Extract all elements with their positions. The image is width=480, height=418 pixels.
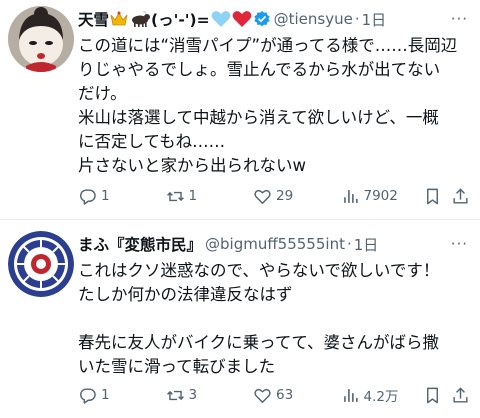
tweet[interactable]: まふ『変態市民』 @bigmuff55555int · 1日 ··· これはクソ… — [0, 221, 480, 418]
light-blue-heart-emoji — [211, 10, 231, 28]
separator-dot: · — [354, 10, 360, 28]
bookmark-icon — [427, 387, 439, 403]
tweet[interactable]: 天雪 (っ'-')= @tiensyue · 1日 ··· この道には“消雪パイ… — [0, 0, 480, 220]
more-options-icon[interactable]: ··· — [451, 6, 468, 32]
tweet-text-line: いた雪に滑って転びました — [78, 357, 276, 376]
verified-badge-icon — [253, 10, 271, 28]
tweet-text-line: 米山は落選して中越から消えて欲しいけど、一概 — [78, 108, 439, 127]
share-button[interactable] — [451, 187, 470, 206]
display-name[interactable]: 天雪 — [78, 8, 109, 30]
views-button[interactable]: 4.2万 — [341, 385, 424, 405]
retweet-count: 1 — [188, 188, 198, 204]
views-chart-icon — [343, 189, 358, 203]
tweet-text-line: に否定してもね…… — [78, 132, 226, 151]
views-chart-icon — [343, 388, 358, 402]
retweet-button[interactable]: 3 — [166, 386, 254, 405]
reply-count: 1 — [101, 188, 110, 204]
display-name-suffix: (っ'-')= — [151, 11, 210, 29]
share-button[interactable] — [451, 386, 470, 405]
user-handle[interactable]: @tiensyue — [274, 10, 353, 28]
view-count: 7902 — [363, 188, 398, 204]
bookmark-icon — [427, 188, 439, 204]
avatar[interactable] — [8, 6, 74, 72]
tweet-text-line: りじゃやるでしょ。雪止んでるから水が出てない — [78, 60, 441, 79]
heart-icon — [254, 388, 271, 403]
reply-button[interactable]: 1 — [78, 187, 166, 206]
tweet-header: 天雪 (っ'-')= @tiensyue · 1日 ··· — [78, 6, 468, 32]
user-handle[interactable]: @bigmuff55555int — [205, 235, 345, 253]
separator-dot: · — [346, 235, 352, 253]
tweet-text: この道には“消雪パイプ”が通ってる様で……長岡辺 りじゃやるでしょ。雪止んでるか… — [78, 34, 470, 178]
tweet-header: まふ『変態市民』 @bigmuff55555int · 1日 ··· — [78, 231, 468, 257]
more-options-icon[interactable]: ··· — [451, 231, 468, 257]
like-count: 29 — [276, 188, 294, 204]
ox-emoji — [129, 11, 151, 27]
crown-emoji — [110, 11, 128, 27]
timestamp[interactable]: 1日 — [354, 234, 379, 255]
avatar[interactable] — [8, 231, 74, 297]
like-button[interactable]: 63 — [253, 386, 341, 405]
share-icon — [453, 187, 468, 204]
tweet-text-line — [78, 307, 470, 331]
reply-button[interactable]: 1 — [78, 386, 166, 405]
timestamp[interactable]: 1日 — [362, 9, 387, 30]
tweet-text-line: これはクソ迷惑なので、やらないで欲しいです！ — [78, 261, 440, 280]
tweet-actions: 1 1 29 7902 — [78, 184, 470, 208]
bookmark-button[interactable] — [423, 187, 451, 206]
view-count: 4.2万 — [363, 389, 399, 405]
tweet-actions: 1 3 63 4.2万 — [78, 383, 470, 407]
tweet-text-line: この道には“消雪パイプ”が通ってる様で……長岡辺 — [78, 36, 458, 55]
views-button[interactable]: 7902 — [341, 187, 424, 206]
retweet-button[interactable]: 1 — [166, 187, 254, 206]
reply-icon — [80, 188, 96, 205]
bookmark-button[interactable] — [423, 386, 451, 405]
display-name[interactable]: まふ『変態市民』 — [78, 233, 202, 255]
reply-icon — [80, 387, 96, 404]
heart-icon — [254, 189, 271, 204]
like-count: 63 — [276, 387, 294, 403]
tweet-text-line: だけ。 — [78, 84, 127, 103]
tweet-text-line: 片さないと家から出られないw — [78, 156, 306, 175]
share-icon — [453, 386, 468, 403]
tweet-text-line: たしか何かの法律違反なはず — [78, 285, 293, 304]
red-heart-emoji — [232, 10, 252, 28]
reply-count: 1 — [101, 387, 110, 403]
retweet-count: 3 — [188, 387, 198, 403]
like-button[interactable]: 29 — [253, 187, 341, 206]
retweet-icon — [166, 390, 184, 400]
tweet-text-line: 春先に友人がバイクに乗ってて、婆さんがばら撒 — [78, 333, 440, 352]
retweet-icon — [166, 191, 184, 201]
tweet-text: これはクソ迷惑なので、やらないで欲しいです！ たしか何かの法律違反なはず 春先に… — [78, 259, 470, 379]
